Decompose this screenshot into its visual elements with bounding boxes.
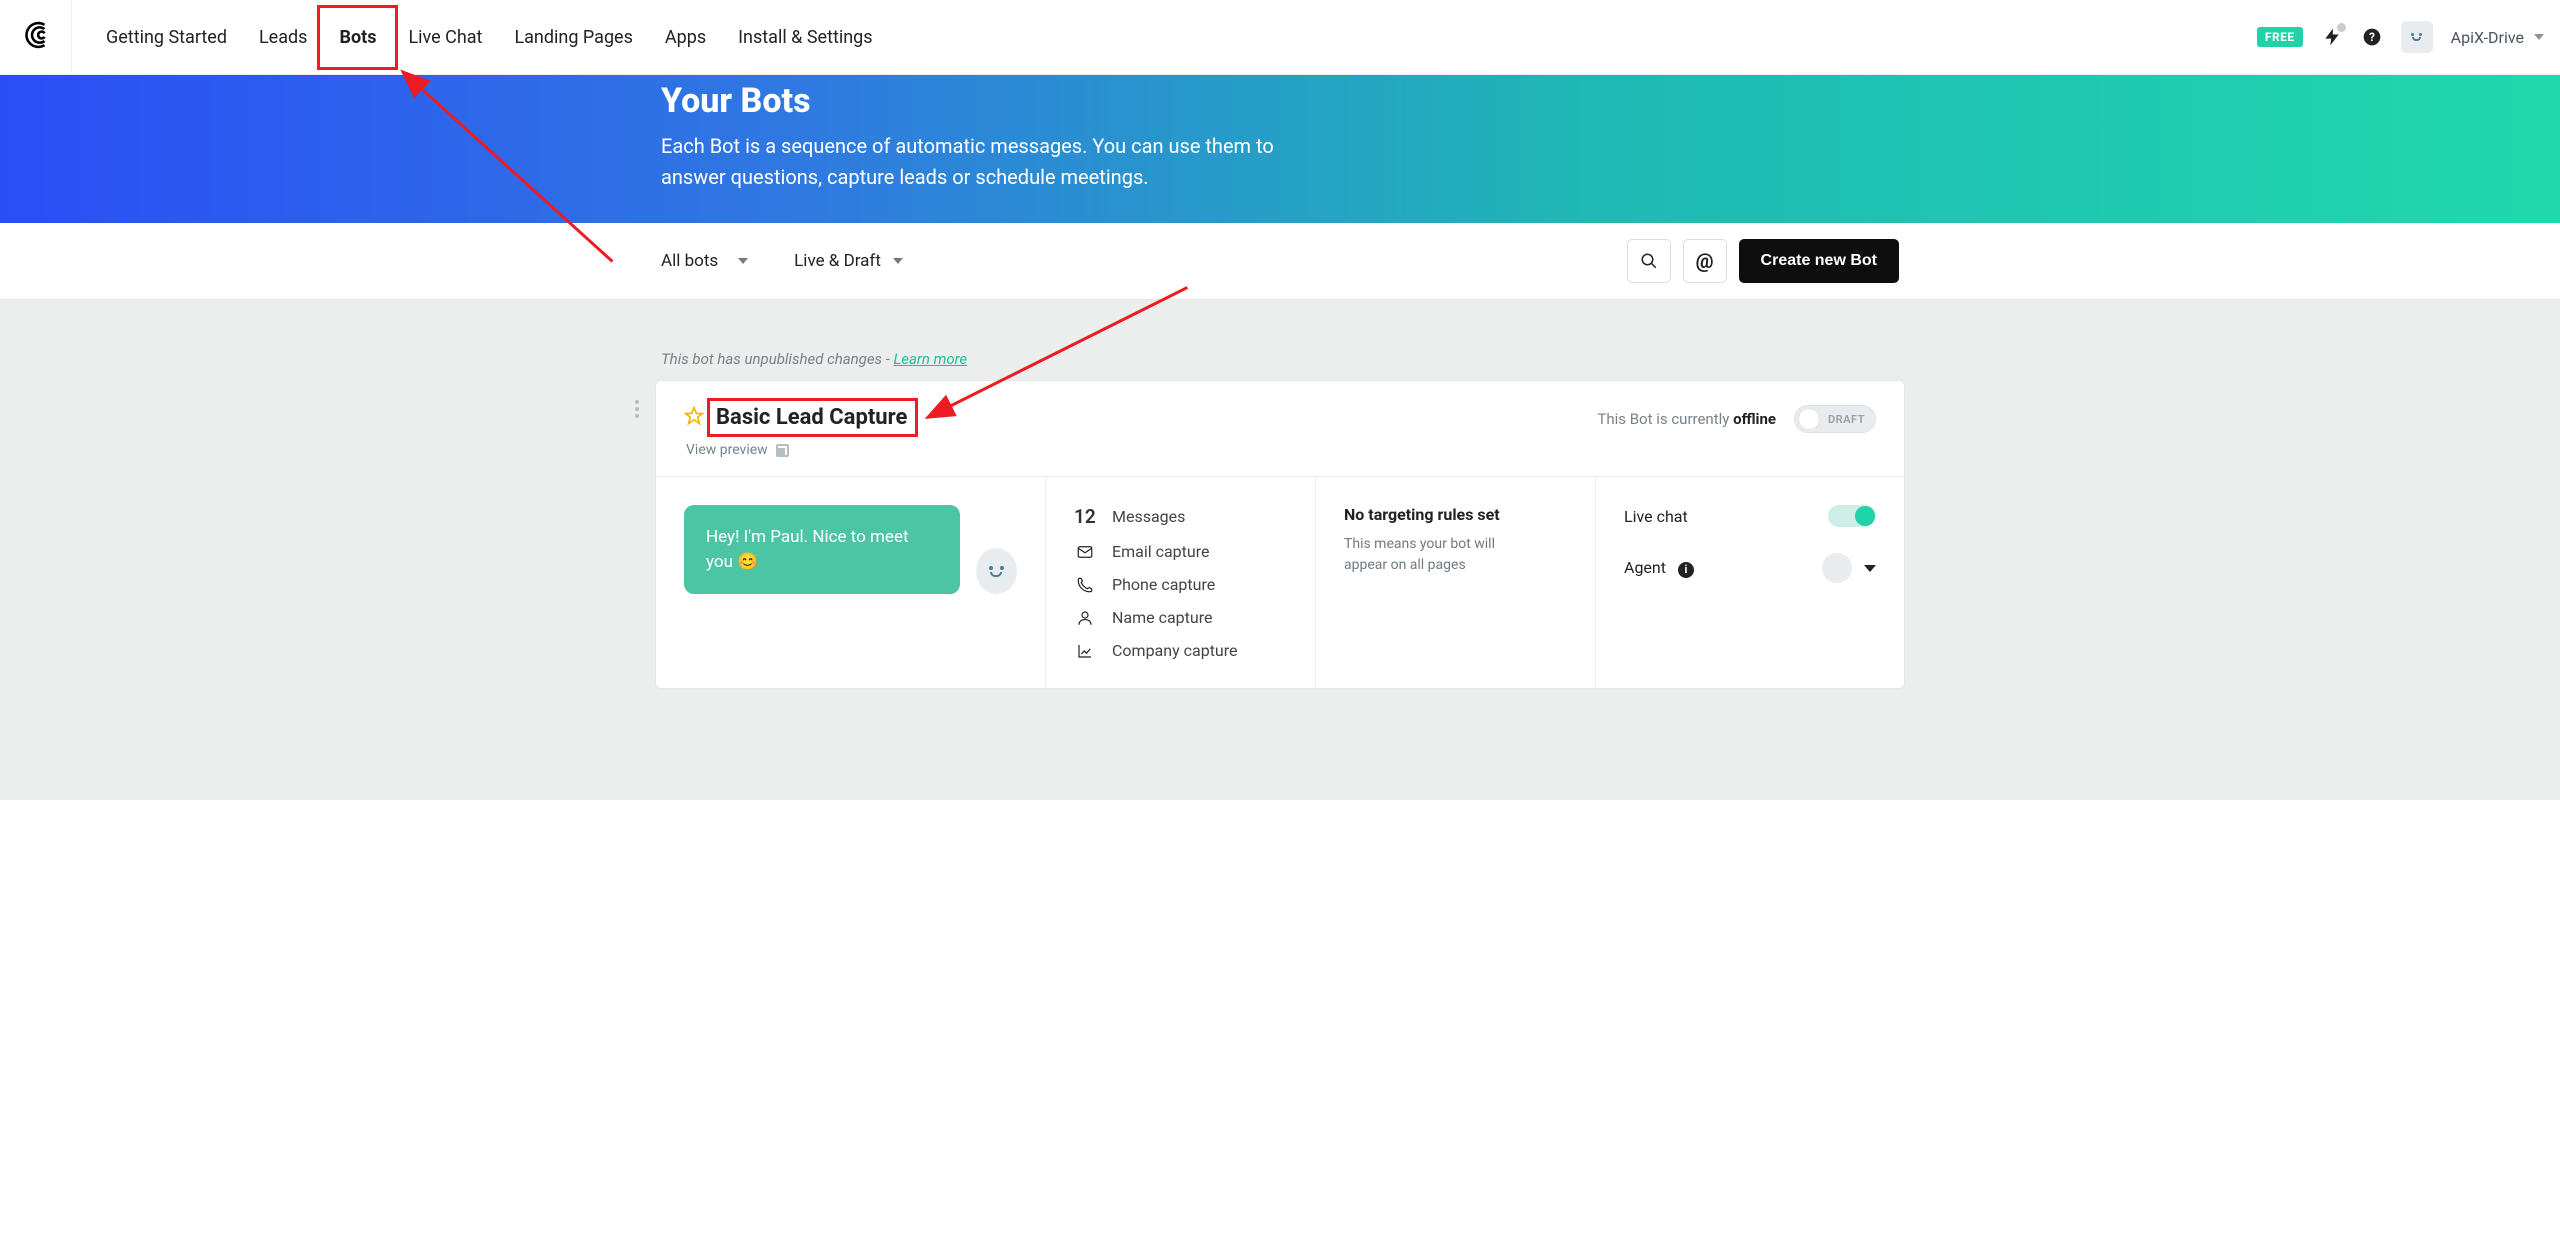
caret-down-icon [738, 258, 748, 264]
feature-company: Company capture [1074, 641, 1287, 660]
unpublished-notice: This bot has unpublished changes - Learn… [661, 350, 1905, 368]
feature-email: Email capture [1074, 542, 1287, 561]
notification-dot-icon [2337, 23, 2346, 32]
setting-agent: Agent i [1624, 553, 1876, 583]
toggle-label: DRAFT [1828, 413, 1865, 426]
bot-title[interactable]: Basic Lead Capture [716, 405, 907, 430]
live-chat-label: Live chat [1624, 507, 1688, 526]
filter-all-bots[interactable]: All bots [661, 251, 784, 271]
feature-name: Name capture [1074, 608, 1287, 627]
page-title: Your Bots [661, 81, 1899, 121]
external-link-icon [776, 444, 789, 457]
email-icon [1074, 543, 1096, 561]
user-menu[interactable]: ApiX-Drive [2451, 28, 2544, 47]
targeting-title: No targeting rules set [1344, 505, 1567, 524]
phone-icon [1074, 576, 1096, 594]
username-label: ApiX-Drive [2451, 28, 2524, 47]
filter-all-bots-label: All bots [661, 251, 718, 271]
view-preview-link[interactable]: View preview [686, 442, 907, 458]
bot-card-menu[interactable] [635, 400, 639, 418]
filter-status[interactable]: Live & Draft [784, 251, 939, 271]
nav-landing-pages[interactable]: Landing Pages [498, 19, 648, 56]
notice-text: This bot has unpublished changes - [661, 350, 890, 368]
search-icon [1640, 252, 1658, 270]
triangle-down-icon [1864, 565, 1876, 572]
email-label: Email capture [1112, 542, 1209, 561]
messages-count: 12 [1074, 505, 1096, 528]
name-label: Name capture [1112, 608, 1212, 627]
setting-live-chat: Live chat [1624, 505, 1876, 527]
hero-banner: Your Bots Each Bot is a sequence of auto… [0, 75, 2560, 223]
mention-button[interactable]: @ [1683, 239, 1727, 283]
bot-settings-column: Live chat Agent i [1596, 477, 1904, 688]
agent-selector[interactable] [1822, 553, 1876, 583]
star-icon[interactable] [684, 406, 704, 430]
bot-card: Basic Lead Capture View preview This Bot… [655, 380, 1905, 689]
top-nav: Getting Started Leads Bots Live Chat Lan… [0, 0, 2560, 75]
caret-down-icon [893, 258, 903, 264]
create-new-bot-button[interactable]: Create new Bot [1739, 239, 1899, 283]
nav-leads[interactable]: Leads [243, 19, 323, 56]
svg-text:?: ? [2369, 30, 2375, 44]
brand-logo[interactable] [0, 0, 72, 74]
chart-icon [1074, 642, 1096, 660]
company-label: Company capture [1112, 641, 1238, 660]
account-avatar[interactable] [2401, 21, 2433, 53]
phone-label: Phone capture [1112, 575, 1215, 594]
page-body: This bot has unpublished changes - Learn… [0, 300, 2560, 800]
messages-label: Messages [1112, 507, 1185, 526]
agent-label: Agent i [1624, 558, 1694, 578]
nav-items: Getting Started Leads Bots Live Chat Lan… [72, 19, 889, 56]
bot-targeting-column: No targeting rules set This means your b… [1316, 477, 1596, 688]
publish-toggle[interactable]: DRAFT [1794, 405, 1876, 433]
chevron-down-icon [2534, 34, 2544, 40]
logo-icon [19, 18, 53, 56]
live-chat-toggle[interactable] [1828, 505, 1876, 527]
nav-getting-started[interactable]: Getting Started [90, 19, 243, 56]
free-badge[interactable]: FREE [2257, 27, 2303, 47]
bolt-icon[interactable] [2321, 26, 2343, 48]
search-button[interactable] [1627, 239, 1671, 283]
bot-features-column: 12 Messages Email capture Phone capture … [1046, 477, 1316, 688]
filter-toolbar: All bots Live & Draft @ Create new Bot [0, 223, 2560, 300]
nav-apps[interactable]: Apps [649, 19, 722, 56]
toggle-knob-icon [1798, 408, 1820, 430]
bot-preview-column: Hey! I'm Paul. Nice to meet you 😊 [656, 477, 1046, 688]
nav-bots[interactable]: Bots [323, 19, 392, 56]
chat-bubble: Hey! I'm Paul. Nice to meet you 😊 [684, 505, 960, 594]
nav-install-settings[interactable]: Install & Settings [722, 19, 888, 56]
person-icon [1074, 609, 1096, 627]
agent-avatar-icon [1822, 553, 1852, 583]
at-icon: @ [1696, 249, 1714, 273]
help-icon[interactable]: ? [2361, 26, 2383, 48]
view-preview-label: View preview [686, 442, 768, 458]
info-icon[interactable]: i [1678, 562, 1694, 578]
nav-live-chat[interactable]: Live Chat [392, 19, 498, 56]
filter-status-label: Live & Draft [794, 251, 881, 271]
page-subtitle: Each Bot is a sequence of automatic mess… [661, 131, 1301, 193]
learn-more-link[interactable]: Learn more [893, 350, 967, 368]
bot-avatar-icon [976, 548, 1017, 594]
targeting-subtitle: This means your bot will appear on all p… [1344, 534, 1524, 576]
bot-status: This Bot is currently offline [1597, 410, 1776, 428]
feature-messages: 12 Messages [1074, 505, 1287, 528]
feature-phone: Phone capture [1074, 575, 1287, 594]
